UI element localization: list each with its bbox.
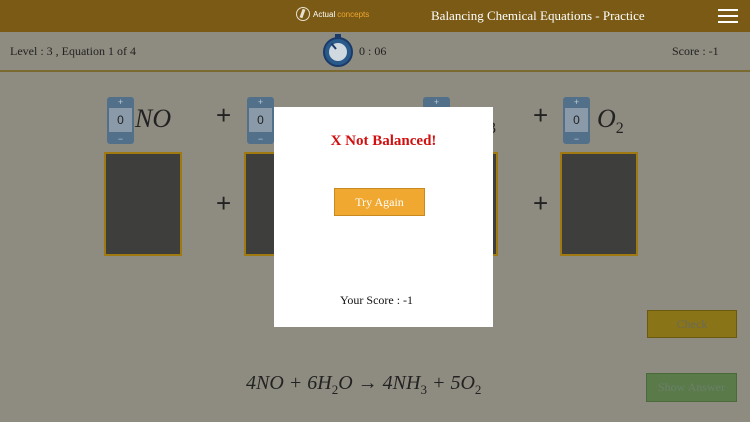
top-bar: Actual concepts Balancing Chemical Equat… xyxy=(0,0,750,32)
coefficient-value: 0 xyxy=(249,108,272,132)
increment-button[interactable]: + xyxy=(247,97,274,107)
decrement-button[interactable]: − xyxy=(107,134,134,144)
answer-part: O → 4NH xyxy=(338,372,421,394)
coefficient-value: 0 xyxy=(565,108,588,132)
plus-sign: + xyxy=(533,188,549,218)
logo-brand: Actual xyxy=(313,9,336,19)
stopwatch-icon xyxy=(323,34,353,67)
check-button[interactable]: Check xyxy=(647,310,737,338)
not-balanced-message: X Not Balanced! xyxy=(330,133,437,149)
result-dialog: X Not Balanced! Try Again Your Score : -… xyxy=(274,107,493,327)
decrement-button[interactable]: − xyxy=(563,134,590,144)
answer-part: + 5O xyxy=(426,372,475,394)
coefficient-stepper-4[interactable]: + 0 − xyxy=(563,97,590,144)
answer-part: 4NO + 6H xyxy=(246,372,332,394)
coefficient-value: 0 xyxy=(109,108,132,132)
info-bar: Level : 3 , Equation 1 of 4 0 : 06 Score… xyxy=(0,32,750,72)
plus-sign: + xyxy=(216,100,232,130)
answer-subscript: 2 xyxy=(474,382,482,397)
formula-text: O xyxy=(597,104,616,133)
logo-concepts: concepts xyxy=(337,9,370,19)
formula-term-4: O2 xyxy=(597,104,624,138)
timer-readout: 0 : 06 xyxy=(359,44,387,58)
app-logo: Actual concepts xyxy=(296,7,369,21)
page-title: Balancing Chemical Equations - Practice xyxy=(431,8,645,23)
show-answer-button[interactable]: Show Answer xyxy=(646,373,737,402)
logo-icon xyxy=(296,7,310,21)
coefficient-stepper-2[interactable]: + 0 − xyxy=(247,97,274,144)
formula-term-1: NO xyxy=(135,104,171,134)
plus-sign: + xyxy=(216,188,232,218)
dialog-score: Your Score : -1 xyxy=(339,293,414,307)
formula-text: NO xyxy=(135,104,172,133)
answer-equation: 4NO + 6H2O → 4NH3 + 5O2 xyxy=(246,372,481,398)
increment-button[interactable]: + xyxy=(563,97,590,107)
formula-subscript: 2 xyxy=(615,120,624,138)
molecule-box-4 xyxy=(560,152,638,256)
molecule-box-1 xyxy=(104,152,182,256)
decrement-button[interactable]: − xyxy=(247,134,274,144)
level-indicator: Level : 3 , Equation 1 of 4 xyxy=(10,44,136,58)
plus-sign: + xyxy=(533,100,549,130)
increment-button[interactable]: + xyxy=(107,97,134,107)
score-display: Score : -1 xyxy=(672,44,719,58)
coefficient-stepper-1[interactable]: + 0 − xyxy=(107,97,134,144)
try-again-button[interactable]: Try Again xyxy=(334,188,425,216)
hamburger-menu-icon[interactable] xyxy=(718,9,738,23)
increment-button[interactable]: + xyxy=(423,97,450,107)
